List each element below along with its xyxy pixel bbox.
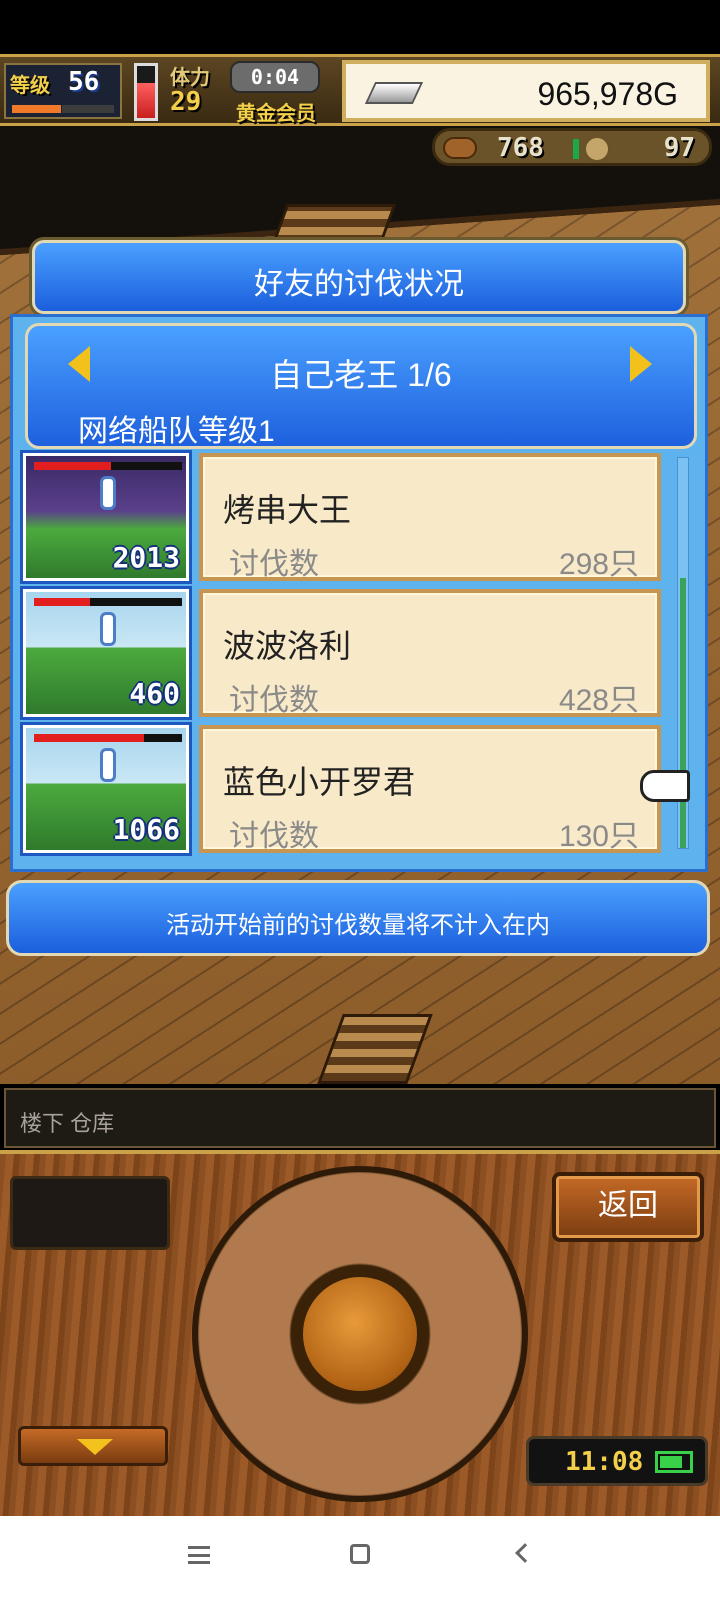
hunt-count-label: 讨伐数 [229, 684, 319, 717]
level-value: 56 [68, 67, 100, 97]
list-item[interactable]: 1066 蓝色小开罗君 讨伐数 130只 [20, 722, 683, 861]
enemy-hp-bar [34, 734, 182, 742]
meat-value: 768 [497, 133, 544, 163]
battery-level-fill [660, 1456, 683, 1468]
back-button[interactable]: 返回 [552, 1172, 704, 1242]
notice-bar: 活动开始前的讨伐数量将不计入在内 [6, 880, 710, 956]
stamina-label: 体力 [170, 65, 210, 89]
enemy-number: 2013 [112, 541, 180, 574]
hunt-count: 298只 [558, 548, 639, 581]
list-item[interactable]: 460 波波洛利 讨伐数 428只 [20, 586, 683, 725]
next-friend-arrow-icon[interactable] [630, 346, 652, 382]
resource-bar: 768 97 [432, 128, 712, 166]
enemy-hp-fill [34, 598, 91, 606]
stamina-gauge-fill [137, 82, 155, 118]
enemy-thumbnail: 2013 [20, 450, 192, 584]
hunt-count-label: 讨伐数 [229, 820, 319, 853]
control-panel: 返回 11:08 [0, 1150, 720, 1516]
enemy-number: 1066 [112, 813, 180, 846]
dpad-center-button[interactable] [298, 1272, 422, 1396]
player-name: 波波洛利 [223, 628, 352, 664]
battery-icon [655, 1451, 693, 1473]
level-panel: 等级 56 [4, 63, 122, 119]
stamina-value: 29 [170, 87, 202, 117]
pointing-hand-icon [640, 770, 690, 802]
friend-card: 蓝色小开罗君 讨伐数 130只 [199, 725, 661, 853]
medal-value: 97 [663, 133, 695, 163]
level-progress-track [62, 105, 114, 113]
location-bar: 楼下 仓库 [4, 1088, 716, 1148]
friend-status-dialog: 自己老王 1/6 网络船队等级1 2013 烤串大王 讨伐数 298只 460 [10, 314, 708, 872]
game-clock: 11:08 [565, 1447, 644, 1477]
dialog-title-bar: 好友的讨伐状况 [32, 240, 686, 314]
mini-screen [10, 1176, 170, 1250]
friend-card: 烤串大王 讨伐数 298只 [199, 453, 661, 581]
friend-card: 波波洛利 讨伐数 428只 [199, 589, 661, 717]
back-arrow-icon[interactable] [515, 1543, 535, 1563]
friend-header: 自己老王 1/6 网络船队等级1 [25, 323, 697, 449]
notice-text: 活动开始前的讨伐数量将不计入在内 [166, 912, 550, 939]
dialog-title: 好友的讨伐状况 [254, 268, 464, 301]
alert-icon [100, 476, 116, 510]
level-label: 等级 [10, 73, 50, 97]
enemy-hp-bar [34, 462, 182, 470]
fleet-level: 网络船队等级1 [78, 415, 275, 448]
friend-name: 自己老王 1/6 [270, 357, 452, 393]
hunt-list: 2013 烤串大王 讨伐数 298只 460 波波洛利 讨伐数 428只 106… [20, 450, 683, 861]
hunt-count-label: 讨伐数 [229, 548, 319, 581]
system-nav-bar [0, 1516, 720, 1600]
enemy-thumbnail: 1066 [20, 722, 192, 856]
hunt-count: 130只 [558, 820, 639, 853]
menu-icon[interactable] [188, 1546, 210, 1564]
alert-icon [100, 748, 116, 782]
list-item[interactable]: 2013 烤串大王 讨伐数 298只 [20, 450, 683, 589]
enemy-number: 460 [129, 677, 180, 710]
level-progress-bar [12, 105, 61, 113]
gold-panel: 965,978G [342, 60, 710, 122]
triangle-down-icon [77, 1439, 113, 1455]
stamina-gauge [134, 63, 158, 121]
menu-toggle-button[interactable] [18, 1426, 168, 1466]
clock-panel: 11:08 [526, 1436, 708, 1486]
home-icon[interactable] [350, 1544, 370, 1564]
directional-pad[interactable] [192, 1166, 528, 1502]
membership-label: 黄金会员 [236, 101, 316, 125]
silver-bar-icon [364, 82, 424, 104]
gold-value: 965,978G [537, 76, 678, 112]
enemy-hp-fill [34, 734, 144, 742]
resource-separator [573, 139, 579, 159]
enemy-hp-bar [34, 598, 182, 606]
location-text: 楼下 仓库 [20, 1111, 115, 1136]
recovery-timer: 0:04 [230, 61, 320, 93]
scrollbar-thumb[interactable] [680, 578, 686, 848]
player-name: 蓝色小开罗君 [223, 764, 416, 800]
player-name: 烤串大王 [223, 492, 352, 528]
alert-icon [100, 612, 116, 646]
top-hud: 等级 56 体力 29 0:04 黄金会员 965,978G [0, 54, 720, 126]
meat-icon [443, 137, 477, 159]
enemy-hp-fill [34, 462, 111, 470]
enemy-thumbnail: 460 [20, 586, 192, 720]
hunt-count: 428只 [558, 684, 639, 717]
medal-icon [583, 135, 611, 163]
